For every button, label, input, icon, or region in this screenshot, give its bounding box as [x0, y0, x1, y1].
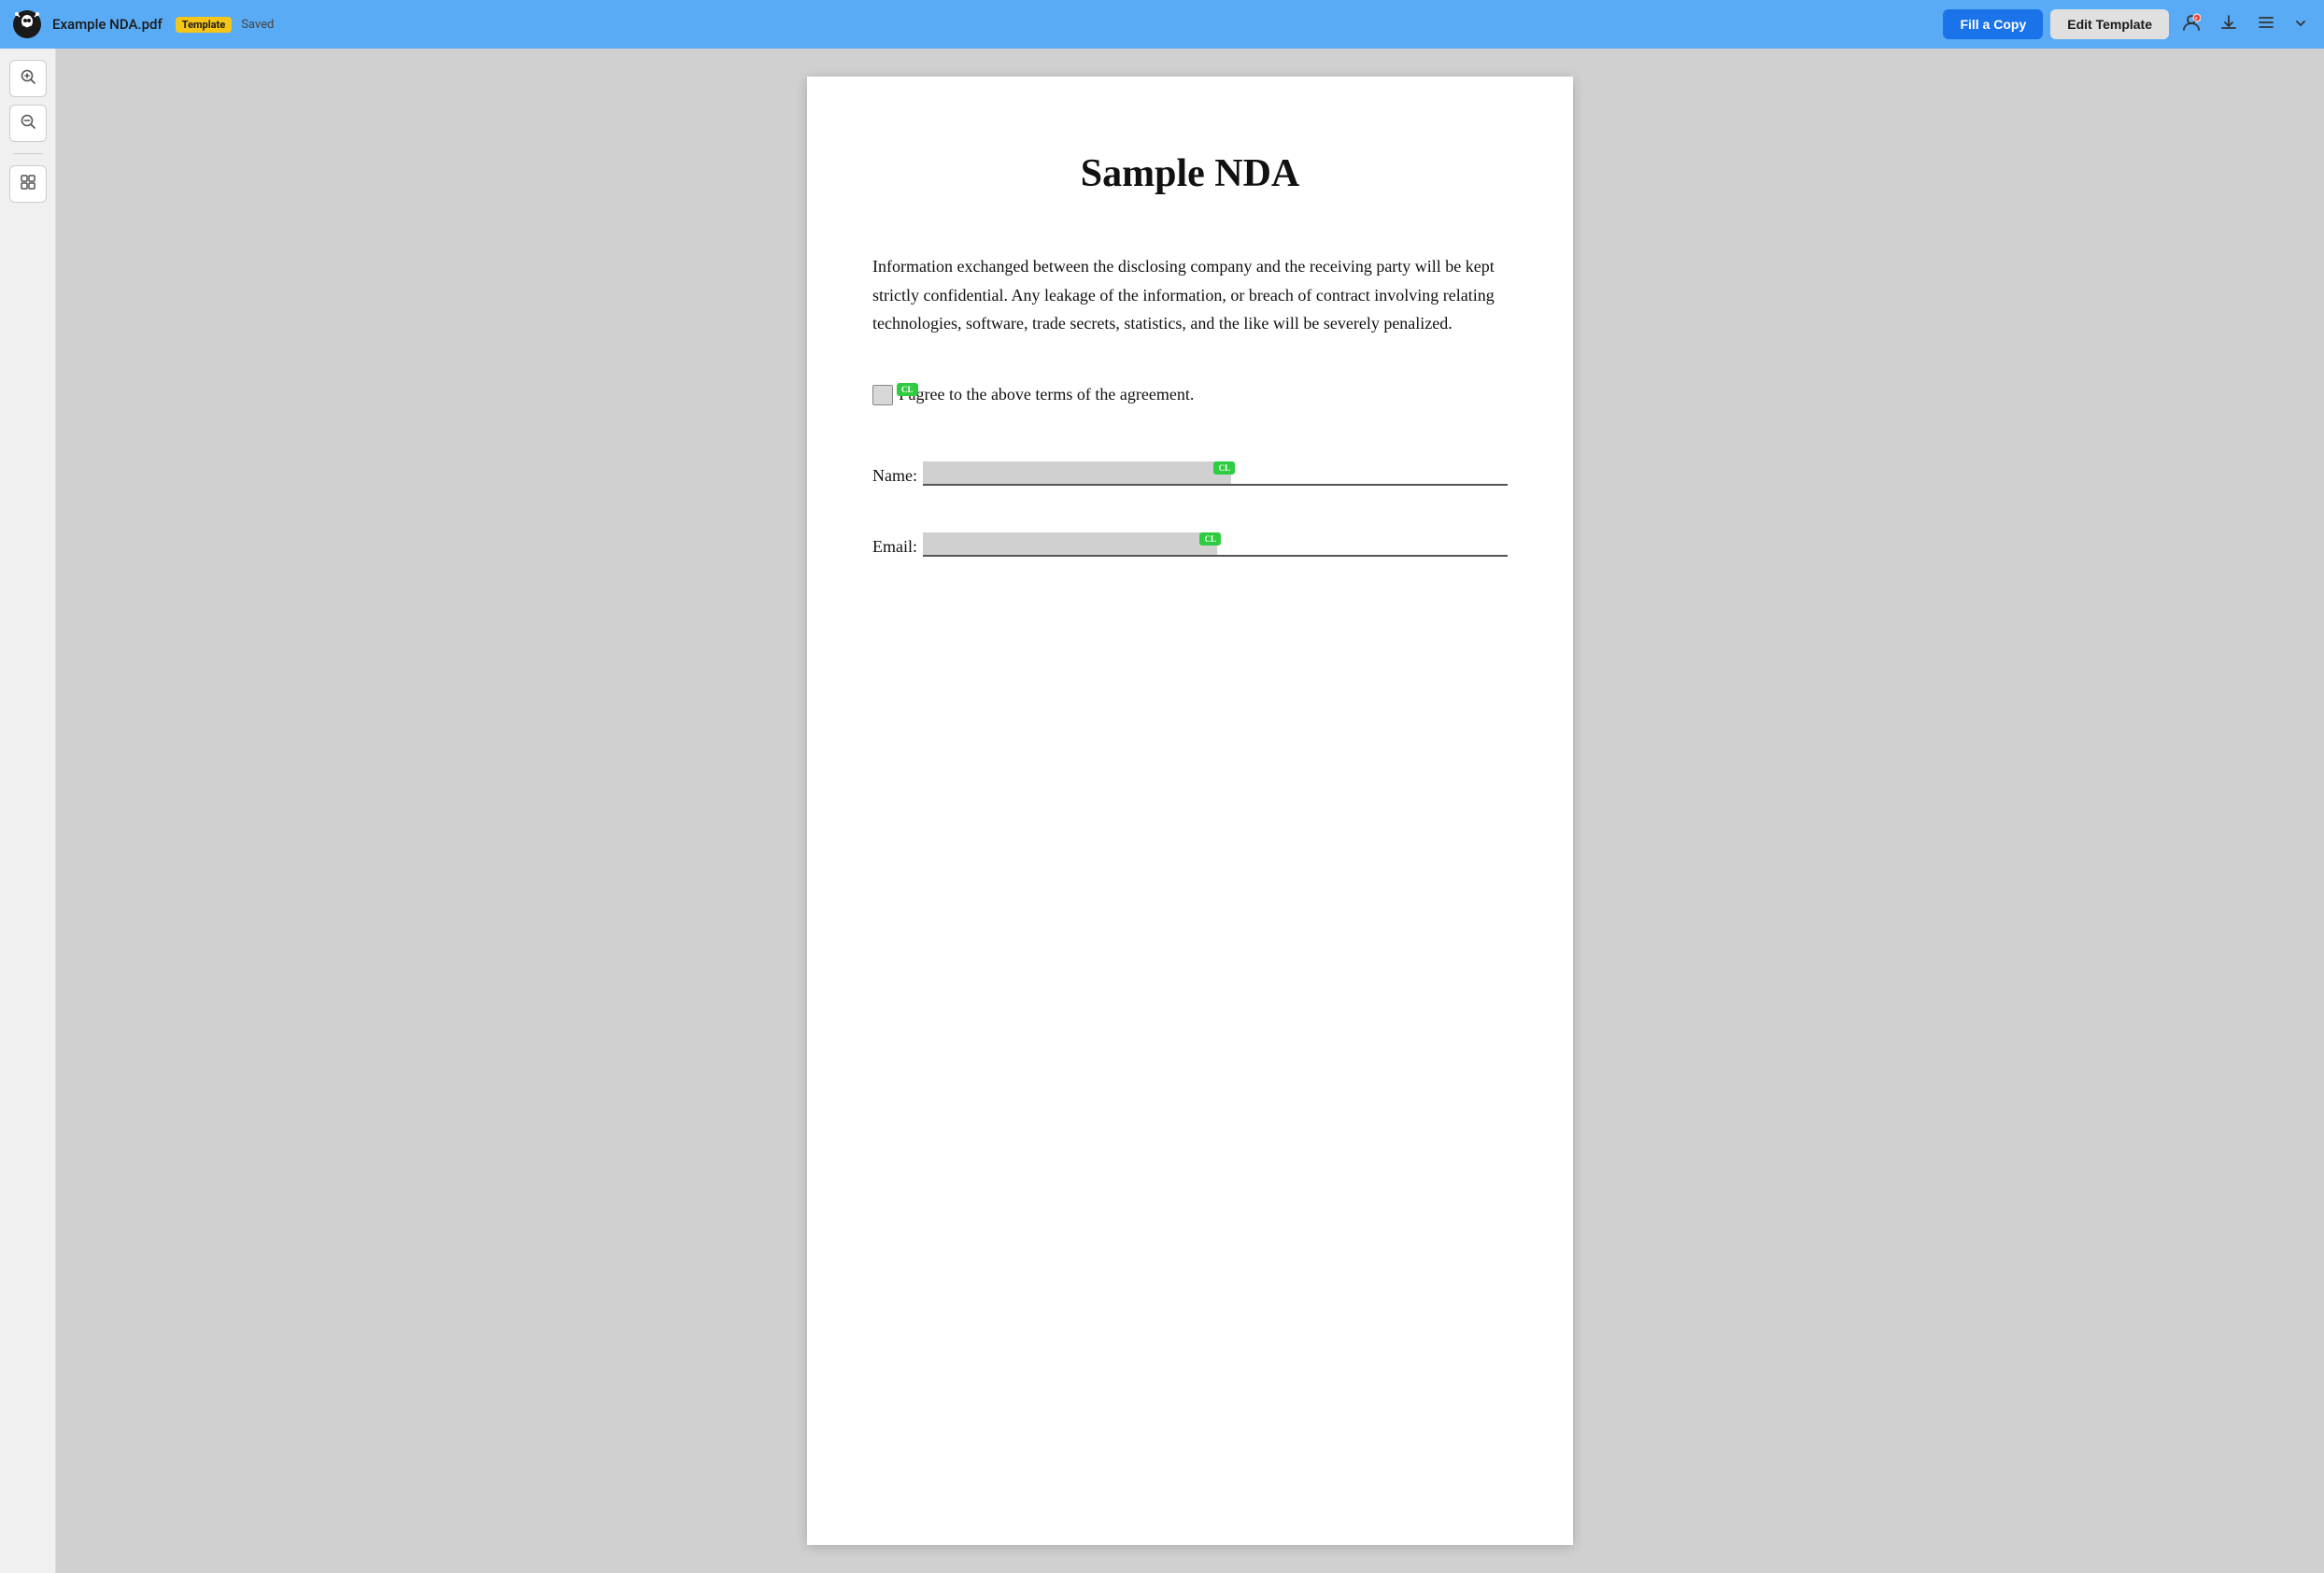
menu-button[interactable] — [2251, 7, 2281, 42]
document-area: Sample NDA Information exchanged between… — [56, 49, 2324, 1573]
document-heading: Sample NDA — [872, 151, 1508, 196]
name-label: Name: — [872, 466, 917, 486]
email-field-row: Email: CL — [872, 532, 1508, 557]
main-layout: Sample NDA Information exchanged between… — [0, 49, 2324, 1573]
email-cl-badge: CL — [1199, 532, 1221, 546]
left-toolbar — [0, 49, 56, 1573]
app-logo — [11, 8, 43, 40]
document-page: Sample NDA Information exchanged between… — [807, 77, 1573, 1545]
svg-text:+: + — [2195, 16, 2198, 21]
hamburger-icon — [2257, 13, 2275, 36]
chevron-down-icon — [2294, 15, 2307, 35]
user-icon-button[interactable]: + — [2176, 7, 2206, 42]
zoom-out-icon — [20, 113, 36, 135]
download-button[interactable] — [2214, 7, 2244, 42]
name-field-row: Name: CL — [872, 461, 1508, 486]
agreement-checkbox[interactable] — [872, 385, 893, 405]
zoom-in-icon — [20, 68, 36, 90]
checkbox-cl-badge: CL — [897, 383, 918, 396]
fill-copy-button[interactable]: Fill a Copy — [1943, 9, 2043, 39]
checkbox-row: CL I agree to the above terms of the agr… — [872, 385, 1508, 405]
zoom-in-button[interactable] — [9, 60, 47, 97]
zoom-out-button[interactable] — [9, 105, 47, 142]
document-title: Example NDA.pdf — [52, 16, 163, 33]
grid-view-button[interactable] — [9, 165, 47, 203]
download-icon — [2219, 13, 2238, 36]
name-cl-badge: CL — [1213, 461, 1235, 475]
grid-icon — [20, 174, 36, 195]
edit-template-button[interactable]: Edit Template — [2050, 9, 2169, 39]
topbar-actions: Fill a Copy Edit Template + — [1943, 7, 2313, 42]
checkbox-label: I agree to the above terms of the agreem… — [899, 385, 1194, 404]
template-badge: Template — [176, 17, 232, 33]
document-body-text: Information exchanged between the disclo… — [872, 252, 1508, 338]
email-label: Email: — [872, 537, 917, 557]
saved-status: Saved — [241, 18, 274, 32]
toolbar-separator — [13, 153, 43, 154]
chevron-down-button[interactable] — [2289, 9, 2313, 40]
topbar: Example NDA.pdf Template Saved Fill a Co… — [0, 0, 2324, 49]
user-icon: + — [2182, 13, 2201, 36]
